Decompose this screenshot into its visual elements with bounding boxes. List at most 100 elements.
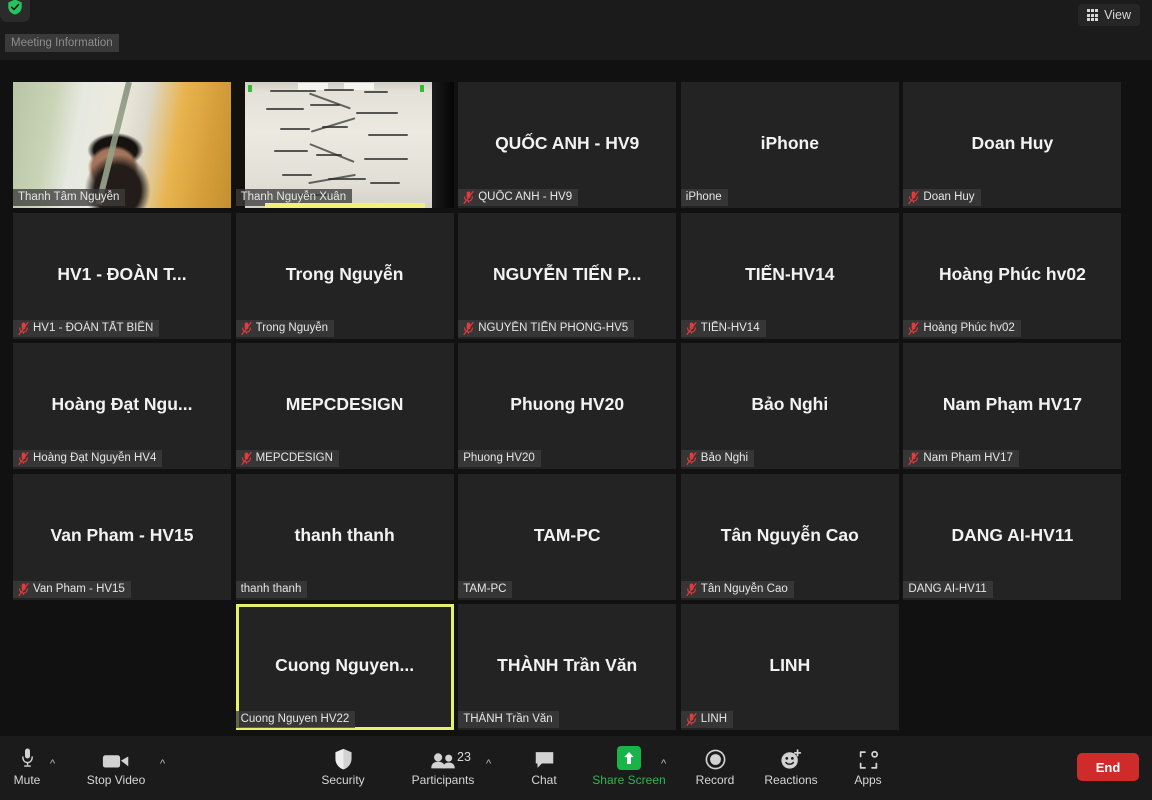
participant-name-label: TIẾN-HV14 (701, 321, 760, 336)
audio-options-caret-icon[interactable]: ^ (50, 758, 55, 770)
participant-display-name: Doan Huy (903, 133, 1121, 154)
apps-button[interactable]: Apps (850, 744, 886, 787)
mute-button[interactable]: Mute (12, 744, 42, 787)
gallery-row: Cuong Nguyen...Cuong Nguyen HV22THÀNH Tr… (13, 604, 1139, 730)
participant-name-chip: Bảo Nghi (681, 450, 754, 467)
participant-tile[interactable]: Doan Huy Doan Huy (903, 82, 1121, 208)
active-audio-indicator (265, 203, 425, 208)
participant-name-label: Nam Phạm HV17 (923, 451, 1012, 466)
participant-name-chip: Cuong Nguyen HV22 (236, 711, 356, 728)
participant-tile[interactable]: Hoàng Phúc hv02 Hoàng Phúc hv02 (903, 213, 1121, 339)
participant-tile[interactable]: HV1 - ĐOÀN T... HV1 - ĐOÀN TẤT BIÊN (13, 213, 231, 339)
video-options-caret-icon[interactable]: ^ (160, 758, 165, 770)
participant-display-name: TAM-PC (458, 525, 676, 546)
participant-name-label: Bảo Nghi (701, 451, 748, 466)
participant-name-chip: HV1 - ĐOÀN TẤT BIÊN (13, 320, 159, 337)
record-button[interactable]: Record (694, 744, 736, 787)
participant-display-name: iPhone (681, 133, 899, 154)
participant-name-label: Hoàng Phúc hv02 (923, 321, 1014, 336)
participant-tile[interactable]: Tân Nguyễn CaoTân Nguyễn Cao (681, 474, 899, 600)
participant-display-name: thanh thanh (236, 525, 454, 546)
participant-tile[interactable]: Nam Phạm HV17 Nam Phạm HV17 (903, 343, 1121, 469)
participant-name-label: Van Pham - HV15 (33, 582, 125, 597)
participant-name-chip: Hoàng Đạt Nguyễn HV4 (13, 450, 162, 467)
participant-tile[interactable]: Phuong HV20Phuong HV20 (458, 343, 676, 469)
participant-tile[interactable]: Thanh Nguyễn Xuân (236, 82, 454, 208)
participant-display-name: MEPCDESIGN (236, 394, 454, 415)
participant-name-label: Cuong Nguyen HV22 (241, 712, 350, 727)
participant-tile[interactable]: Van Pham - HV15Van Pham - HV15 (13, 474, 231, 600)
apps-bracket-icon (858, 744, 879, 770)
participant-tile[interactable]: Trong NguyễnTrong Nguyễn (236, 213, 454, 339)
shield-icon (334, 744, 353, 770)
participant-display-name: Hoàng Phúc hv02 (903, 263, 1121, 284)
view-button[interactable]: View (1078, 4, 1140, 26)
participant-tile[interactable]: LINHLINH (681, 604, 899, 730)
participant-tile[interactable]: THÀNH Trần Văn THÀNH Trần Văn (458, 604, 676, 730)
stop-video-button[interactable]: Stop Video (96, 744, 136, 787)
participant-name-chip: thanh thanh (236, 581, 308, 598)
participant-tile[interactable]: NGUYỄN TIẾN P...NGUYỄN TIẾN PHONG-HV5 (458, 213, 676, 339)
meeting-top-bar: Meeting Information View (0, 0, 1152, 60)
reactions-button[interactable]: Reactions (760, 744, 822, 787)
participant-tile[interactable]: DANG AI-HV11 DANG AI-HV11 (903, 474, 1121, 600)
participant-name-label: LINH (701, 712, 727, 727)
participant-tile[interactable]: TIẾN-HV14TIẾN-HV14 (681, 213, 899, 339)
participant-display-name: THÀNH Trần Văn (458, 655, 676, 676)
participant-tile[interactable]: iPhone iPhone (681, 82, 899, 208)
participant-display-name: Nam Phạm HV17 (903, 394, 1121, 415)
participant-name-label: Phuong HV20 (463, 451, 535, 466)
share-screen-label: Share Screen (592, 773, 665, 787)
participant-name-label: Tân Nguyễn Cao (701, 582, 788, 597)
share-options-caret-icon[interactable]: ^ (661, 758, 666, 770)
chat-button[interactable]: Chat (526, 744, 562, 787)
gallery-row: Van Pham - HV15Van Pham - HV15thanh than… (13, 474, 1139, 600)
participant-tile[interactable]: Cuong Nguyen...Cuong Nguyen HV22 (236, 604, 454, 730)
smiley-plus-icon (780, 744, 802, 770)
participant-name-chip: THÀNH Trần Văn (458, 711, 558, 728)
participant-name-chip: iPhone (681, 189, 728, 206)
participant-name-chip: TAM-PC (458, 581, 512, 598)
gallery-row: Thanh Tâm NguyễnThanh Nguyễn XuânQUỐC AN… (13, 82, 1139, 208)
participant-display-name: DANG AI-HV11 (903, 525, 1121, 546)
speech-bubble-icon (534, 744, 555, 770)
participant-name-chip: Phuong HV20 (458, 450, 541, 467)
participant-name-label: MEPCDESIGN (256, 451, 333, 466)
participant-name-chip: Hoàng Phúc hv02 (903, 320, 1020, 337)
participant-name-chip: MEPCDESIGN (236, 450, 339, 467)
microphone-icon (20, 744, 35, 770)
end-meeting-button[interactable]: End (1077, 753, 1139, 781)
participant-display-name: HV1 - ĐOÀN T... (13, 263, 231, 284)
participant-name-label: DANG AI-HV11 (908, 582, 986, 597)
share-screen-button[interactable]: Share Screen (589, 744, 669, 787)
participant-name-chip: Nam Phạm HV17 (903, 450, 1018, 467)
apps-label: Apps (854, 773, 881, 787)
participant-tile[interactable]: QUỐC ANH - HV9QUỐC ANH - HV9 (458, 82, 676, 208)
gallery-row: Hoàng Đạt Ngu...Hoàng Đạt Nguyễn HV4MEPC… (13, 343, 1139, 469)
chat-label: Chat (531, 773, 556, 787)
participant-gallery: Thanh Tâm NguyễnThanh Nguyễn XuânQUỐC AN… (0, 60, 1152, 736)
share-up-arrow-icon (617, 744, 641, 770)
participant-tile[interactable]: Hoàng Đạt Ngu...Hoàng Đạt Nguyễn HV4 (13, 343, 231, 469)
participant-name-label: Doan Huy (923, 190, 974, 205)
participant-tile[interactable]: Bảo NghiBảo Nghi (681, 343, 899, 469)
meeting-controls-toolbar: Mute ^ Stop Video ^ Security (0, 736, 1152, 800)
video-camera-icon (102, 744, 130, 770)
reactions-label: Reactions (764, 773, 817, 787)
security-label: Security (321, 773, 364, 787)
participant-tile[interactable]: thanh thanh thanh thanh (236, 474, 454, 600)
gallery-row: HV1 - ĐOÀN T... HV1 - ĐOÀN TẤT BIÊN Trong … (13, 213, 1139, 339)
encryption-shield-icon[interactable] (0, 0, 30, 22)
participant-name-chip: NGUYỄN TIẾN PHONG-HV5 (458, 320, 634, 337)
participant-name-label: thanh thanh (241, 582, 302, 597)
stop-video-label: Stop Video (87, 773, 146, 787)
participant-name-chip: TIẾN-HV14 (681, 320, 766, 337)
participant-tile[interactable]: MEPCDESIGN MEPCDESIGN (236, 343, 454, 469)
participant-display-name: Trong Nguyễn (236, 263, 454, 284)
participant-name-chip: Tân Nguyễn Cao (681, 581, 794, 598)
participants-caret-icon[interactable]: ^ (486, 758, 491, 770)
participant-tile[interactable]: Thanh Tâm Nguyễn (13, 82, 231, 208)
participant-name-label: Hoàng Đạt Nguyễn HV4 (33, 451, 156, 466)
security-button[interactable]: Security (322, 744, 364, 787)
participant-tile[interactable]: TAM-PC TAM-PC (458, 474, 676, 600)
